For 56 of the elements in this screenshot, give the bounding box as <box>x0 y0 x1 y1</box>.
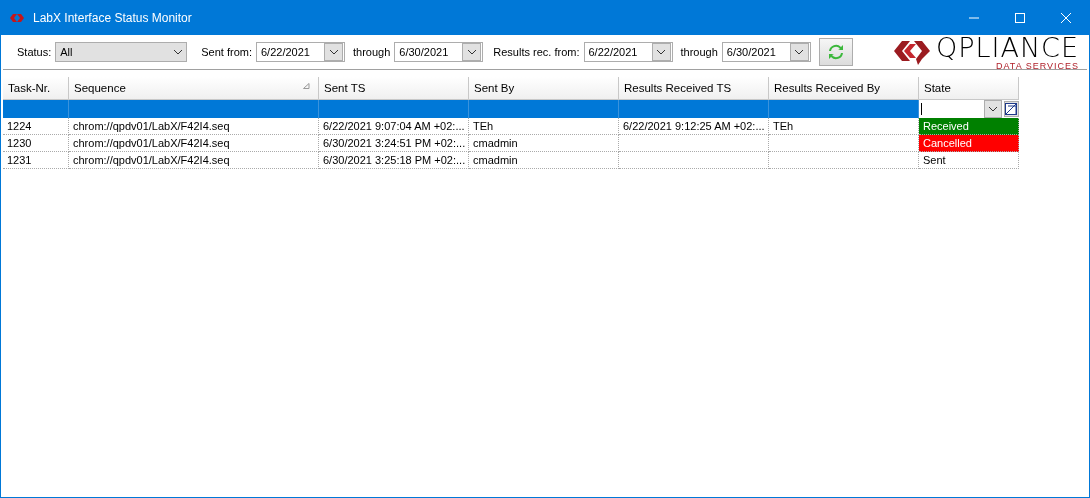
state-cell: Received <box>919 118 1019 135</box>
chevron-down-icon <box>794 49 805 55</box>
through-label: through <box>353 46 391 58</box>
column-header[interactable]: Sent TS <box>319 77 469 100</box>
table-cell: chrom://qpdv01/LabX/F42I4.seq <box>69 135 319 152</box>
table-cell: 6/30/2021 3:25:18 PM +02:... <box>319 152 469 169</box>
chevron-down-icon <box>172 49 183 55</box>
sent-from-label: Sent from: <box>201 46 252 58</box>
results-from-label: Results rec. from: <box>493 46 580 58</box>
date-picker[interactable]: 6/22/2021 <box>583 42 673 62</box>
table-cell: TEh <box>469 118 619 135</box>
filter-row-cell[interactable] <box>619 100 769 118</box>
chevron-down-icon <box>656 49 666 55</box>
column-header[interactable]: Results Received TS <box>619 77 769 100</box>
table-cell: 6/22/2021 9:12:25 AM +02:... <box>619 118 769 135</box>
column-header[interactable]: Results Received By <box>769 77 919 100</box>
date-picker[interactable]: 6/30/2021 <box>394 42 484 62</box>
table-cell: cmadmin <box>469 152 619 169</box>
logo-icon <box>9 12 25 24</box>
logo-tagline: DATA SERVICES <box>994 60 1079 71</box>
chevron-down-icon <box>328 49 339 55</box>
window-title: LabX Interface Status Monitor <box>33 11 193 25</box>
filter-row-cell[interactable] <box>469 100 619 118</box>
filter-button[interactable] <box>1003 101 1019 117</box>
table-cell: cmadmin <box>469 135 619 152</box>
filter-row-cell[interactable] <box>769 100 919 118</box>
logo-name: QPLIANCE <box>935 33 1079 61</box>
chevron-down-icon <box>466 49 477 55</box>
state-cell: Cancelled <box>919 135 1019 152</box>
date-picker[interactable]: 6/30/2021 <box>721 42 811 62</box>
state-cell: Sent <box>919 152 1019 169</box>
date-picker[interactable]: 6/22/2021 <box>256 42 345 62</box>
filter-row-cell[interactable] <box>319 100 469 118</box>
table-cell: 1230 <box>3 135 69 152</box>
column-header[interactable]: State <box>919 77 1019 100</box>
table-cell: 1224 <box>3 118 69 135</box>
column-header[interactable]: Task-Nr. <box>3 77 69 100</box>
state-filter[interactable] <box>919 100 1019 118</box>
filter-row-cell[interactable] <box>3 100 69 118</box>
filter-icon <box>1005 103 1018 115</box>
chevron-down-icon <box>987 106 998 112</box>
column-header[interactable]: Sent By <box>469 77 619 100</box>
refresh-icon <box>827 44 844 60</box>
refresh-button[interactable] <box>818 38 853 66</box>
status-dropdown[interactable]: All <box>55 42 188 62</box>
table-cell: chrom://qpdv01/LabX/F42I4.seq <box>69 152 319 169</box>
table-cell: 1231 <box>3 152 69 169</box>
table-cell: 6/30/2021 3:24:51 PM +02:... <box>319 135 469 152</box>
status-label: Status: <box>17 46 52 58</box>
filter-row-cell[interactable] <box>69 100 319 118</box>
maximize-icon <box>1015 13 1025 23</box>
column-header[interactable]: Sequence <box>69 77 319 100</box>
through-label: through <box>680 46 718 58</box>
table-cell: chrom://qpdv01/LabX/F42I4.seq <box>69 118 319 135</box>
table-cell: 6/22/2021 9:07:04 AM +02:... <box>319 118 469 135</box>
close-icon <box>1061 13 1071 23</box>
